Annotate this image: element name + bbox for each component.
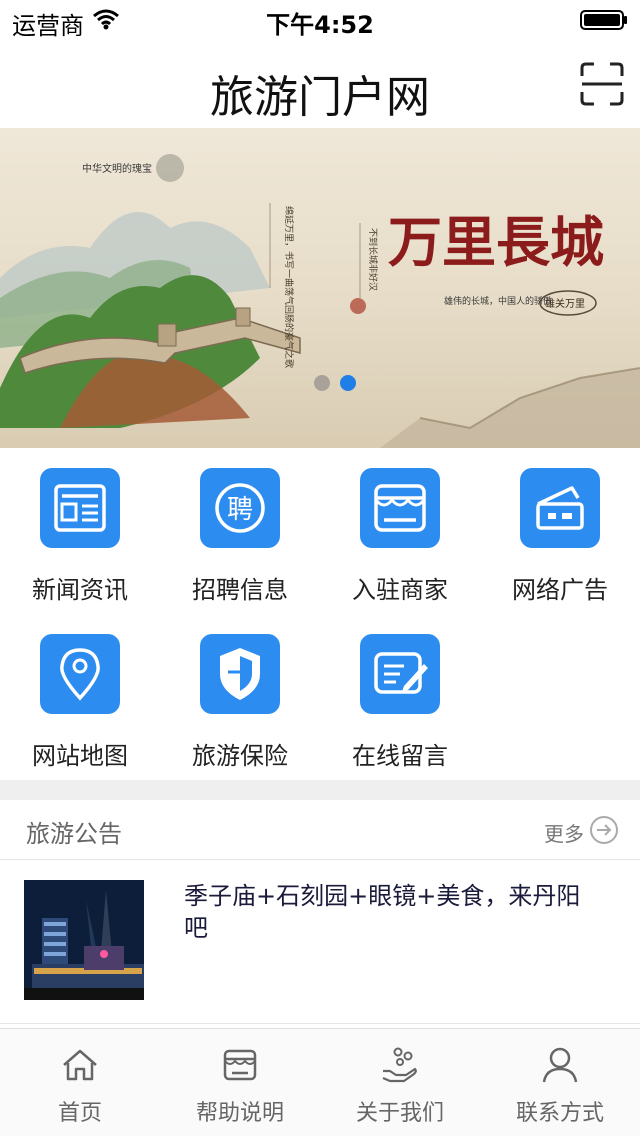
tab-label: 帮助说明 — [195, 1101, 284, 1126]
grid-item-ads[interactable]: 网络广告 — [480, 448, 640, 614]
nav-bar: 旅游门户网 — [0, 40, 640, 128]
store-icon — [374, 484, 426, 532]
person-icon — [542, 1047, 578, 1083]
scan-button[interactable] — [580, 62, 624, 106]
recruit-glyph: 聘 — [227, 495, 253, 525]
carousel-indicator — [306, 375, 366, 391]
grid-item-recruit[interactable]: 聘 招聘信息 — [160, 448, 320, 614]
great-wall-illustration: 万里長城 中华文明的瑰宝 雄伟的长城，中国人的骄傲 雄关万里 不到长城非好汉 绵… — [0, 154, 640, 448]
banner-caption: 雄伟的长城，中国人的骄傲 — [444, 295, 552, 307]
grid-item-message[interactable]: 在线留言 — [320, 614, 480, 780]
tab-about[interactable]: 关于我们 — [320, 1029, 480, 1136]
battery-icon — [580, 10, 627, 30]
status-time: 下午4:52 — [266, 11, 374, 39]
news-thumbnail — [24, 880, 144, 1000]
about-hand-icon — [382, 1047, 417, 1083]
app-screen: 运营商 下午4:52 旅游门户网 万里長城 中华文明的瑰宝 雄伟的长城，中国人的… — [0, 0, 640, 1136]
grid-label: 网络广告 — [512, 576, 608, 604]
grid-label: 在线留言 — [352, 742, 448, 770]
banner-verse-1: 不到长城非好汉 — [367, 228, 379, 291]
banner-seal-text: 雄关万里 — [545, 297, 585, 310]
grid-item-sitemap[interactable]: 网站地图 — [0, 614, 160, 780]
shield-icon — [220, 648, 260, 700]
arrow-right-circle-icon — [590, 816, 618, 844]
page-title: 旅游门户网 — [210, 72, 430, 123]
list-item[interactable]: 季子庙+石刻园+眼镜+美食，来丹阳吧 — [0, 860, 640, 1024]
tab-label: 联系方式 — [515, 1101, 604, 1126]
grid-label: 新闻资讯 — [32, 576, 128, 604]
more-label: 更多 — [544, 822, 584, 846]
map-pin-icon — [60, 648, 100, 701]
tab-bar: 首页 帮助说明 关于我们 联系方式 — [0, 1028, 640, 1136]
banner-verse-2: 绵延万里，书写一曲荡气回肠的豪气之歌 — [283, 206, 295, 368]
carousel-dot-1[interactable] — [314, 375, 330, 391]
news-title: 季子庙+石刻园+眼镜+美食，来丹阳吧 — [184, 882, 581, 942]
grid-label: 网站地图 — [32, 742, 128, 770]
banner-subtitle: 中华文明的瑰宝 — [82, 162, 152, 175]
tab-label: 首页 — [57, 1101, 102, 1126]
newspaper-icon — [54, 484, 106, 532]
recruit-icon: 聘 — [215, 483, 265, 533]
grid-label: 招聘信息 — [192, 576, 288, 604]
building-photo — [24, 880, 144, 1000]
feature-grid: 新闻资讯 聘 招聘信息 入驻商家 网络广告 网站地图 旅游保险 在线留言 — [0, 448, 640, 780]
tab-help[interactable]: 帮助说明 — [160, 1029, 320, 1136]
status-bar: 运营商 下午4:52 — [0, 0, 640, 40]
grid-label: 旅游保险 — [192, 742, 288, 770]
carousel-dot-2-active[interactable] — [340, 375, 356, 391]
tab-contact[interactable]: 联系方式 — [480, 1029, 640, 1136]
notice-section-header: 旅游公告 更多 — [0, 800, 640, 860]
section-divider — [0, 780, 640, 800]
banner-headline: 万里長城 — [388, 210, 604, 274]
tab-home[interactable]: 首页 — [0, 1029, 160, 1136]
ad-icon — [536, 486, 584, 530]
grid-item-insurance[interactable]: 旅游保险 — [160, 614, 320, 780]
more-button[interactable]: 更多 — [540, 814, 620, 846]
grid-item-news[interactable]: 新闻资讯 — [0, 448, 160, 614]
tab-label: 关于我们 — [355, 1101, 444, 1126]
grid-item-merchants[interactable]: 入驻商家 — [320, 448, 480, 614]
grid-label: 入驻商家 — [352, 576, 448, 604]
section-title: 旅游公告 — [26, 820, 122, 848]
message-edit-icon — [374, 652, 428, 694]
banner-carousel[interactable]: 万里長城 中华文明的瑰宝 雄伟的长城，中国人的骄傲 雄关万里 不到长城非好汉 绵… — [0, 128, 640, 448]
home-icon — [63, 1049, 97, 1081]
help-store-icon — [223, 1049, 257, 1081]
